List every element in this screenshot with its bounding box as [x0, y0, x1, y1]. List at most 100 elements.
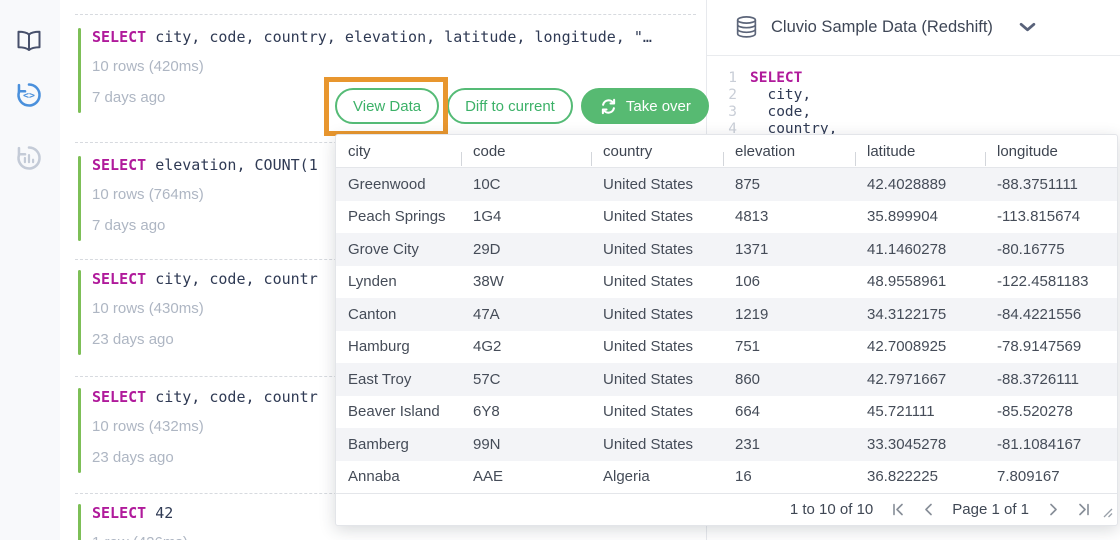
separator	[75, 14, 696, 15]
cell-longitude: -113.815674	[997, 208, 1081, 226]
cell-city: Lynden	[348, 273, 397, 291]
next-page-button[interactable]	[1046, 503, 1060, 517]
cell-latitude: 42.4028889	[867, 175, 947, 193]
cell-elevation: 664	[735, 403, 761, 421]
query-history-screen: <> SELECT city, code, country, elevation,…	[0, 0, 1120, 540]
sql-keyword: SELECT	[92, 388, 147, 406]
cell-code: 1G4	[473, 208, 502, 226]
row-count-label: 10 rows (432ms)	[92, 418, 204, 435]
cell-city: Annaba	[348, 468, 400, 486]
cell-country: United States	[603, 240, 694, 258]
column-header[interactable]: country	[591, 143, 723, 166]
column-header[interactable]: code	[461, 143, 591, 166]
take-over-button[interactable]: Take over	[580, 88, 709, 124]
datasource-name: Cluvio Sample Data (Redshift)	[771, 18, 993, 36]
line-number: 1	[728, 70, 737, 86]
cell-latitude: 36.822225	[867, 468, 938, 486]
sync-icon	[599, 97, 618, 116]
table-row: Hamburg 4G2 United States 751 42.7008925…	[336, 331, 1117, 364]
sql-text: city, code, countr	[155, 270, 318, 288]
cell-code: AAE	[473, 468, 504, 486]
item-accent-bar	[78, 504, 81, 540]
cell-code: 10C	[473, 175, 501, 193]
cell-code: 6Y8	[473, 403, 500, 421]
line-number: 2	[728, 87, 737, 103]
cell-latitude: 45.721111	[867, 403, 935, 421]
cell-country: United States	[603, 338, 694, 356]
sql-text: city, code, country, elevation, latitude…	[155, 28, 652, 46]
table-row: Peach Springs 1G4 United States 4813 35.…	[336, 201, 1117, 234]
line-number: 3	[728, 104, 737, 120]
table-row: Canton 47A United States 1219 34.3122175…	[336, 298, 1117, 331]
page-indicator: Page 1 of 1	[952, 501, 1029, 518]
column-header[interactable]: longitude	[985, 143, 1117, 166]
cell-city: Beaver Island	[348, 403, 440, 421]
query-age-label: 7 days ago	[92, 217, 166, 234]
sql-keyword: SELECT	[92, 504, 147, 522]
table-row: Beaver Island 6Y8 United States 664 45.7…	[336, 396, 1117, 429]
take-over-label: Take over	[625, 97, 691, 115]
datasource-selector[interactable]: Cluvio Sample Data (Redshift)	[706, 0, 1120, 56]
sidebar-item-query-history[interactable]: <>	[14, 82, 44, 112]
cell-country: Algeria	[603, 468, 650, 486]
query-age-label: 23 days ago	[92, 331, 174, 348]
cell-city: Canton	[348, 305, 397, 323]
editor-line: 1 SELECT	[706, 70, 1120, 87]
resize-handle[interactable]	[1102, 505, 1113, 522]
sql-keyword: SELECT	[92, 270, 147, 288]
database-icon	[734, 14, 759, 41]
diff-to-current-button[interactable]: Diff to current	[447, 88, 573, 124]
cell-code: 38W	[473, 273, 504, 291]
table-row: Annaba AAE Algeria 16 36.822225 7.809167	[336, 461, 1117, 494]
cell-longitude: 7.809167	[997, 468, 1060, 486]
item-accent-bar	[78, 388, 81, 473]
first-page-button[interactable]	[890, 503, 904, 517]
cell-country: United States	[603, 370, 694, 388]
table-row: Greenwood 10C United States 875 42.40288…	[336, 168, 1117, 201]
cell-latitude: 35.899904	[867, 208, 938, 226]
cell-longitude: -85.520278	[997, 403, 1073, 421]
cell-code: 4G2	[473, 338, 502, 356]
cell-longitude: -80.16775	[997, 240, 1065, 258]
sql-keyword: SELECT	[92, 28, 147, 46]
cell-elevation: 1371	[735, 240, 769, 258]
cell-country: United States	[603, 175, 694, 193]
cell-city: Peach Springs	[348, 208, 446, 226]
column-header[interactable]: elevation	[723, 143, 855, 166]
cell-elevation: 875	[735, 175, 761, 193]
history-item-actions: View Data Diff to current Take over	[335, 88, 709, 124]
table-header-row: city code country elevation latitude lon…	[336, 135, 1117, 168]
book-icon	[15, 28, 43, 59]
row-count-label: 10 rows (430ms)	[92, 300, 204, 317]
cell-latitude: 42.7971667	[867, 370, 947, 388]
cell-city: Greenwood	[348, 175, 426, 193]
cell-latitude: 41.1460278	[867, 240, 947, 258]
results-table-popover: city code country elevation latitude lon…	[335, 134, 1118, 526]
view-data-button[interactable]: View Data	[335, 88, 440, 124]
sidebar-item-result-history[interactable]	[14, 145, 44, 175]
cell-country: United States	[603, 403, 694, 421]
cell-elevation: 1219	[735, 305, 769, 323]
column-header[interactable]: city	[336, 143, 461, 160]
cell-elevation: 4813	[735, 208, 769, 226]
item-accent-bar	[78, 156, 81, 241]
sql-text: elevation, COUNT(1	[155, 156, 318, 174]
last-page-button[interactable]	[1077, 503, 1091, 517]
column-header[interactable]: latitude	[855, 143, 985, 166]
cell-country: United States	[603, 273, 694, 291]
cell-longitude: -88.3726111	[997, 370, 1080, 388]
query-age-label: 23 days ago	[92, 449, 174, 466]
previous-page-button[interactable]	[921, 503, 935, 517]
cell-longitude: -122.4581183	[997, 273, 1089, 291]
sidebar-item-schema[interactable]	[14, 28, 44, 58]
cell-elevation: 231	[735, 435, 761, 453]
code-text: code,	[750, 104, 812, 120]
cell-city: Hamburg	[348, 338, 410, 356]
table-row: Bamberg 99N United States 231 33.3045278…	[336, 428, 1117, 461]
cell-country: United States	[603, 435, 694, 453]
query-age-label: 7 days ago	[92, 89, 166, 106]
cell-country: United States	[603, 305, 694, 323]
icon-sidebar: <>	[0, 0, 61, 540]
table-body: Greenwood 10C United States 875 42.40288…	[336, 168, 1117, 493]
cell-longitude: -78.9147569	[997, 338, 1082, 356]
